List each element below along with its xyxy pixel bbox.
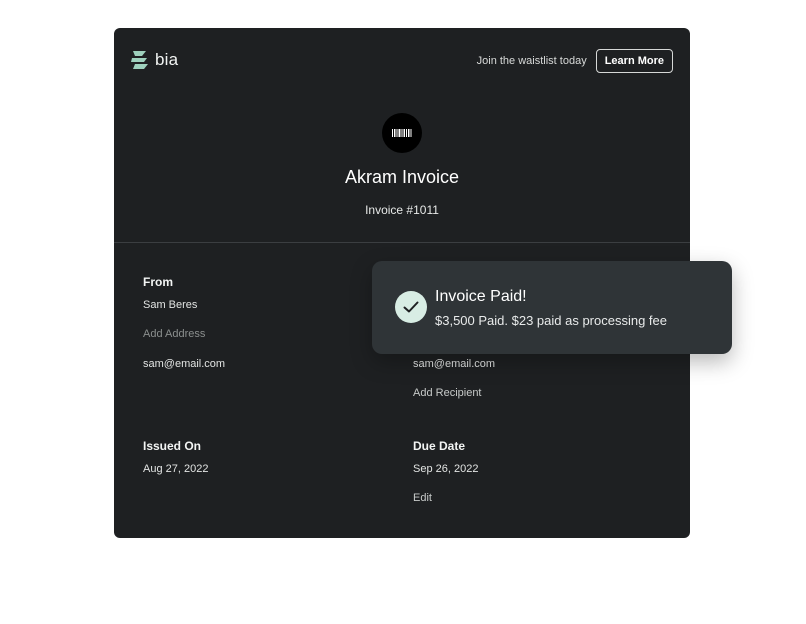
- invoice-number: Invoice #1011: [365, 203, 439, 217]
- akram-logo-icon: [392, 129, 412, 137]
- edit-due-date-link[interactable]: Edit: [413, 492, 432, 504]
- bia-logo-icon: [131, 51, 148, 69]
- page: bia Join the waistlist today Learn More …: [0, 0, 806, 624]
- invoice-title: Akram Invoice: [344, 167, 460, 187]
- invoice-paid-toast: Invoice Paid! $3,500 Paid. $23 paid as p…: [372, 261, 732, 354]
- from-label: From: [143, 275, 173, 289]
- waitlist-cta: Join the waistlist today Learn More: [477, 49, 673, 73]
- due-date-value: Sep 26, 2022: [413, 463, 479, 475]
- due-date-label: Due Date: [413, 439, 466, 453]
- learn-more-button[interactable]: Learn More: [595, 49, 673, 73]
- toast-title: Invoice Paid!: [435, 288, 527, 305]
- to-email: sam@email.com: [413, 358, 496, 370]
- avatar: [382, 113, 422, 153]
- add-recipient-link[interactable]: Add Recipient: [413, 387, 482, 399]
- brand-name: bia: [155, 50, 179, 69]
- check-icon: [395, 291, 427, 323]
- divider: [114, 242, 690, 243]
- add-address-field[interactable]: Add Address: [143, 328, 205, 340]
- toast-message: $3,500 Paid. $23 paid as processing fee: [435, 313, 668, 328]
- brand[interactable]: bia: [131, 50, 178, 70]
- issued-on-date: Aug 27, 2022: [143, 463, 209, 475]
- from-email: sam@email.com: [143, 358, 226, 370]
- waitlist-text: Join the waistlist today: [476, 55, 587, 67]
- issued-on-label: Issued On: [143, 439, 202, 453]
- from-name: Sam Beres: [143, 299, 198, 311]
